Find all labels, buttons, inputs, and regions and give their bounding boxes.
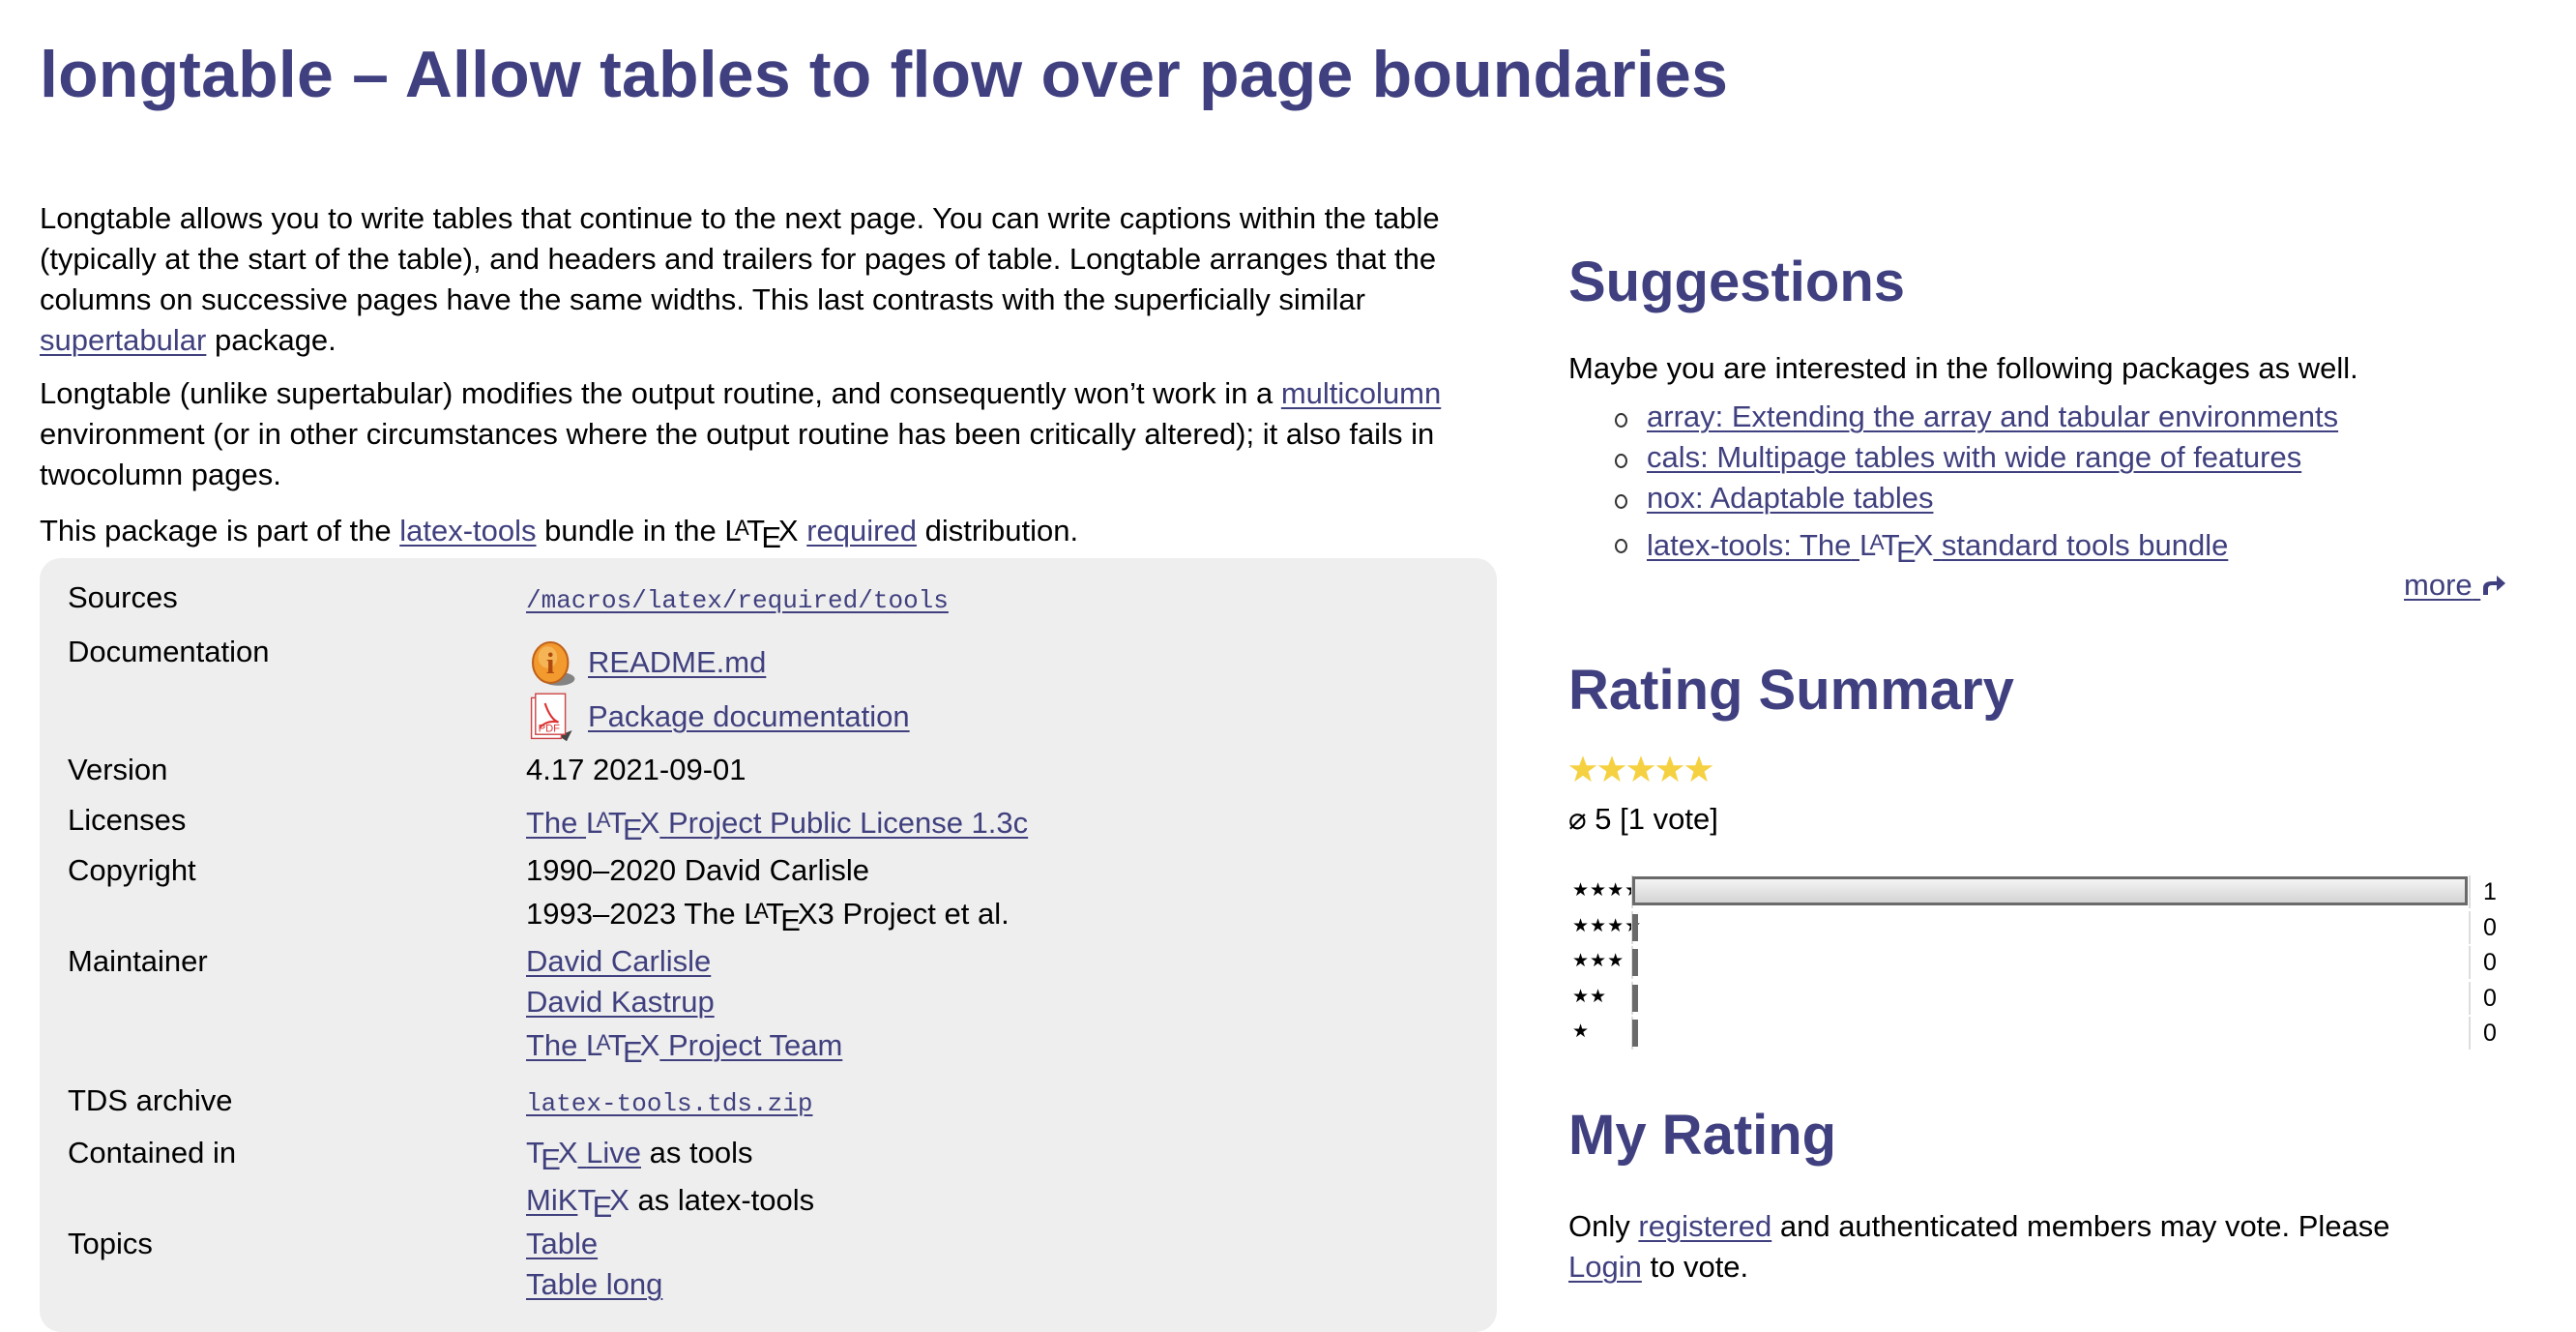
suggestion-link[interactable]: nox: Adaptable tables [1647,481,1933,515]
topics-label: Topics [68,1227,153,1260]
svg-text:i: i [546,647,555,680]
rating-summary-heading: Rating Summary [1568,659,2014,722]
page-title: longtable – Allow tables to flow over pa… [40,38,1729,111]
pdf-icon: PDF [530,693,572,742]
svg-text:PDF: PDF [539,723,561,734]
suggestions-heading: Suggestions [1568,251,1906,313]
suggestion-link[interactable]: array: Extending the array and tabular e… [1647,400,2338,433]
latex-tools-link[interactable]: latex-tools [399,514,536,548]
histogram-count: 0 [2483,913,2497,941]
version-value: 4.17 2021-09-01 [526,753,746,786]
histogram-row: ★ 0 [1568,1017,2535,1052]
histogram-bar [1632,949,1638,976]
maintainer-link[interactable]: David Kastrup [526,985,715,1019]
doc-package-item: PDF Package documentation [526,690,910,744]
histogram-count: 0 [2483,984,2497,1012]
description-paragraph-2: Longtable (unlike supertabular) modifies… [40,376,1442,491]
description-paragraph-3: This package is part of the latex-tools … [40,508,1509,558]
suggestion-item: cals: Multipage tables with wide range o… [1615,437,2338,478]
histogram-label: ★ [1572,1021,1591,1042]
latex-logo: LATEX [744,897,818,938]
sources-label: Sources [68,580,178,614]
histogram-row: ★★★ 0 [1568,946,2535,982]
suggestion-link[interactable]: latex-tools: The LATEX standard tools bu… [1647,528,2228,569]
sources-link[interactable]: /macros/latex/required/tools [526,586,949,615]
latex-logo: LATEX [586,806,660,847]
histogram-bar [1632,876,2468,905]
suggestions-intro: Maybe you are interested in the followin… [1568,351,2358,385]
package-documentation-link[interactable]: Package documentation [588,696,910,737]
miktex-link[interactable]: MiKTEX [526,1183,629,1224]
topic-link[interactable]: Table [526,1227,598,1260]
login-link[interactable]: Login [1568,1250,1642,1284]
histogram-count: 1 [2483,878,2497,905]
histogram-bar [1632,984,1638,1012]
texlive-link[interactable]: TEX Live [526,1136,641,1176]
latex-logo: LATEX [586,1028,660,1070]
forward-arrow-icon [2483,576,2506,595]
histogram-count: 0 [2483,949,2497,976]
doc-readme-item: i README.md [526,636,910,690]
histogram-track [1631,1017,2471,1050]
required-link[interactable]: required [806,514,917,548]
topic-link[interactable]: Table long [526,1267,662,1301]
star-icon [1655,755,1684,783]
maintainer-link[interactable]: David Carlisle [526,944,711,978]
histogram-count: 0 [2483,1020,2497,1047]
histogram-track [1631,910,2471,944]
histogram-bar [1632,913,1638,941]
histogram-label: ★★ [1572,986,1608,1007]
suggestion-item: array: Extending the array and tabular e… [1615,397,2338,437]
copyright-line-1: 1990–2020 David Carlisle [526,853,870,887]
registered-link[interactable]: registered [1638,1209,1771,1243]
suggestion-item: latex-tools: The LATEX standard tools bu… [1615,522,2338,573]
rating-average: ⌀ 5 [1 vote] [1568,802,1718,836]
maintainer-label: Maintainer [68,944,208,978]
suggestion-link[interactable]: cals: Multipage tables with wide range o… [1647,440,2301,474]
star-icon [1626,755,1655,783]
histogram-row: ★★★★★ 1 [1568,875,2535,911]
histogram-bar [1632,1020,1638,1047]
licenses-label: Licenses [68,803,187,837]
rating-histogram: ★★★★★ 1 ★★★★ 0 ★★★ 0 ★★ 0 ★ 0 [1568,875,2535,1052]
info-icon: i [531,640,575,686]
my-rating-heading: My Rating [1568,1104,1837,1167]
license-link[interactable]: The LATEX Project Public License 1.3c [526,806,1028,846]
maintainer-team-link[interactable]: The LATEX Project Team [526,1028,842,1069]
supertabular-link[interactable]: supertabular [40,323,206,357]
star-icon [1597,755,1626,783]
histogram-label: ★★★ [1572,951,1625,971]
latex-logo: LATEX [724,514,799,555]
vote-notice: Only registered and authenticated member… [1568,1209,2390,1284]
version-label: Version [68,753,168,786]
star-icon [1568,755,1597,783]
suggestion-item: nox: Adaptable tables [1615,478,2338,518]
contained-label: Contained in [68,1136,237,1169]
package-description: Longtable allows you to write tables tha… [40,198,1509,571]
more-suggestions-link[interactable]: more [2404,568,2507,603]
histogram-track [1631,981,2471,1015]
histogram-row: ★★ 0 [1568,981,2535,1018]
star-icon [1684,755,1713,783]
histogram-row: ★★★★ 0 [1568,910,2535,947]
suggestions-list: array: Extending the array and tabular e… [1615,397,2338,573]
readme-link[interactable]: README.md [588,642,766,683]
copyright-label: Copyright [68,853,196,887]
multicolumn-link[interactable]: multicolumn [1281,376,1441,410]
latex-logo: LATEX [1859,528,1934,570]
rating-stars [1568,755,1713,784]
histogram-track [1631,946,2471,979]
tds-archive-link[interactable]: latex-tools.tds.zip [526,1089,812,1118]
package-info-box: Sources /macros/latex/required/tools Doc… [40,558,1497,1332]
copyright-line-2: 1993–2023 The LATEX3 Project et al. [526,891,1010,941]
description-paragraph-1: Longtable allows you to write tables tha… [40,201,1440,357]
documentation-label: Documentation [68,635,270,668]
tds-label: TDS archive [68,1083,233,1117]
